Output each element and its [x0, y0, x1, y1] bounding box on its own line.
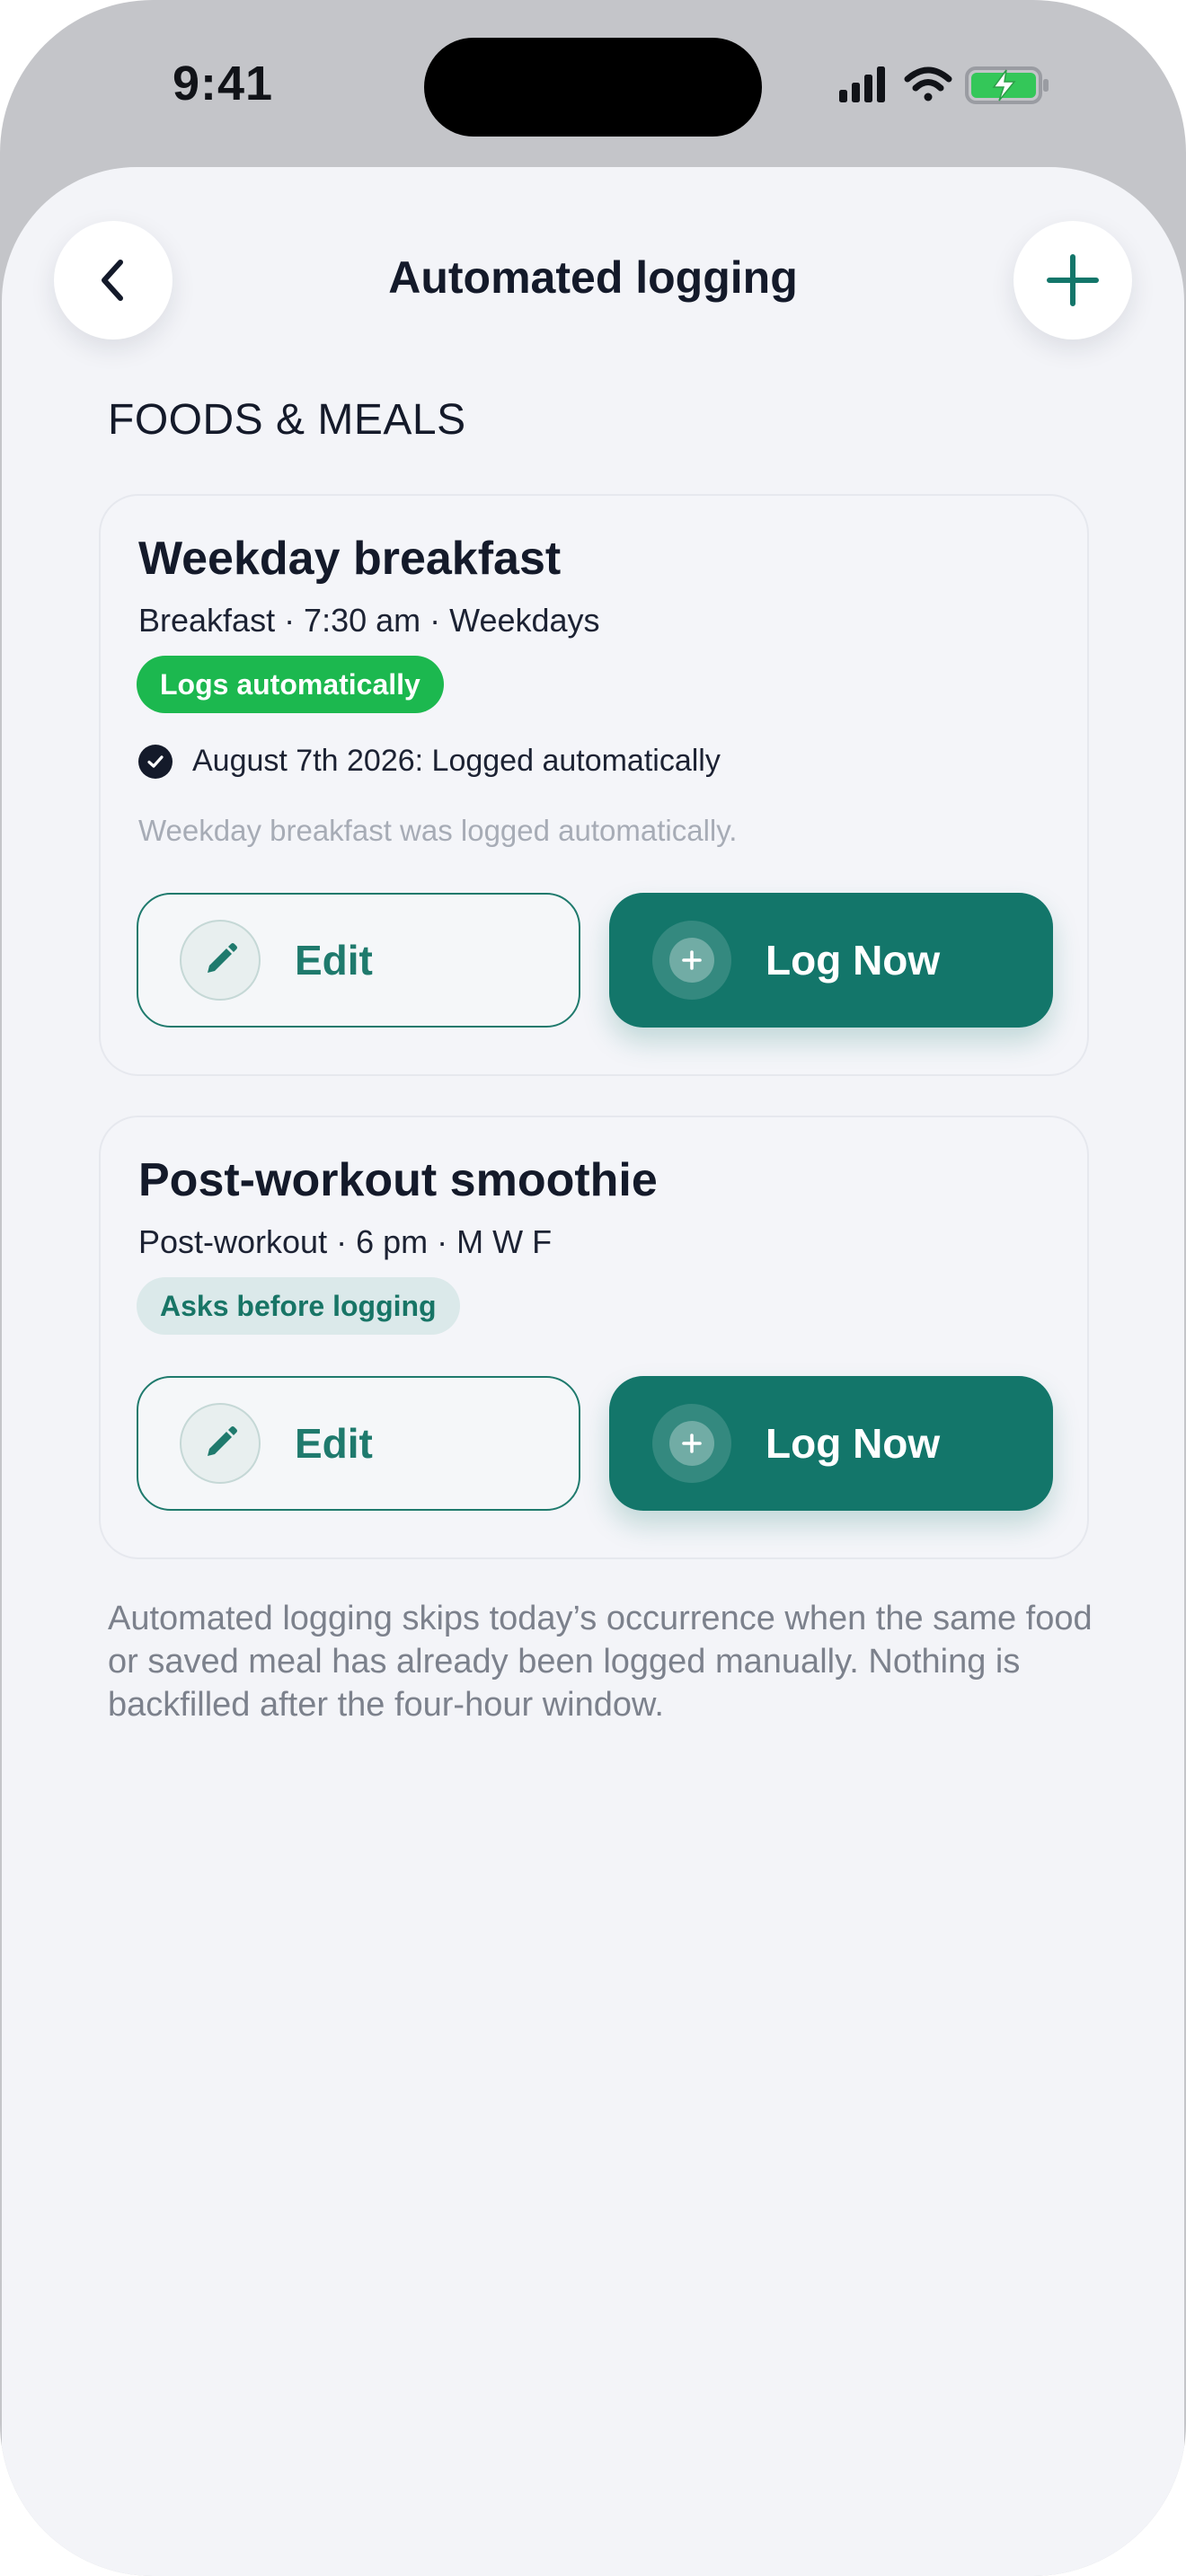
log-now-button[interactable]: Log Now — [609, 893, 1053, 1028]
add-button[interactable] — [1013, 221, 1132, 340]
pencil-icon — [180, 920, 261, 1001]
edit-button[interactable]: Edit — [137, 893, 580, 1028]
card-title: Weekday breakfast — [138, 533, 562, 585]
dynamic-island — [424, 38, 762, 137]
checkmark-icon — [138, 744, 173, 779]
plus-circle-icon — [652, 1404, 731, 1483]
cellular-signal-icon — [839, 66, 885, 102]
status-badge: Asks before logging — [137, 1277, 460, 1335]
status-icons — [839, 66, 1049, 104]
edit-button-label: Edit — [295, 937, 373, 984]
log-entry: August 7th 2026: Logged automatically — [138, 744, 721, 779]
status-bar: 9:41 — [0, 0, 1186, 171]
log-now-button[interactable]: Log Now — [609, 1376, 1053, 1511]
plus-circle-icon — [652, 921, 731, 1000]
section-header: FOODS & MEALS — [108, 396, 466, 444]
log-now-label: Log Now — [766, 937, 941, 984]
log-entry-text: August 7th 2026: Logged automatically — [192, 744, 721, 778]
card-schedule: Breakfast · 7:30 am · Weekdays — [138, 602, 600, 639]
phone-frame: 9:41 Automated logging FOODS & MEALS Wee… — [0, 0, 1186, 2576]
page-title: Automated logging — [388, 252, 798, 303]
plus-icon — [1047, 254, 1099, 306]
content-sheet: Automated logging FOODS & MEALS Weekday … — [2, 167, 1184, 2576]
status-badge: Logs automatically — [137, 656, 444, 713]
status-time: 9:41 — [173, 57, 274, 110]
log-now-label: Log Now — [766, 1420, 941, 1467]
card-title: Post-workout smoothie — [138, 1154, 658, 1206]
wifi-icon — [904, 66, 952, 101]
automation-card[interactable]: Post-workout smoothie Post-workout · 6 p… — [99, 1116, 1089, 1559]
battery-charging-icon — [965, 66, 1049, 104]
footnote: Automated logging skips today’s occurren… — [108, 1600, 1093, 1724]
edit-button[interactable]: Edit — [137, 1376, 580, 1511]
pencil-icon — [180, 1403, 261, 1484]
log-description: Weekday breakfast was logged automatical… — [138, 814, 738, 847]
card-schedule: Post-workout · 6 pm · M W F — [138, 1223, 553, 1260]
automation-card[interactable]: Weekday breakfast Breakfast · 7:30 am · … — [99, 494, 1089, 1076]
edit-button-label: Edit — [295, 1420, 373, 1467]
